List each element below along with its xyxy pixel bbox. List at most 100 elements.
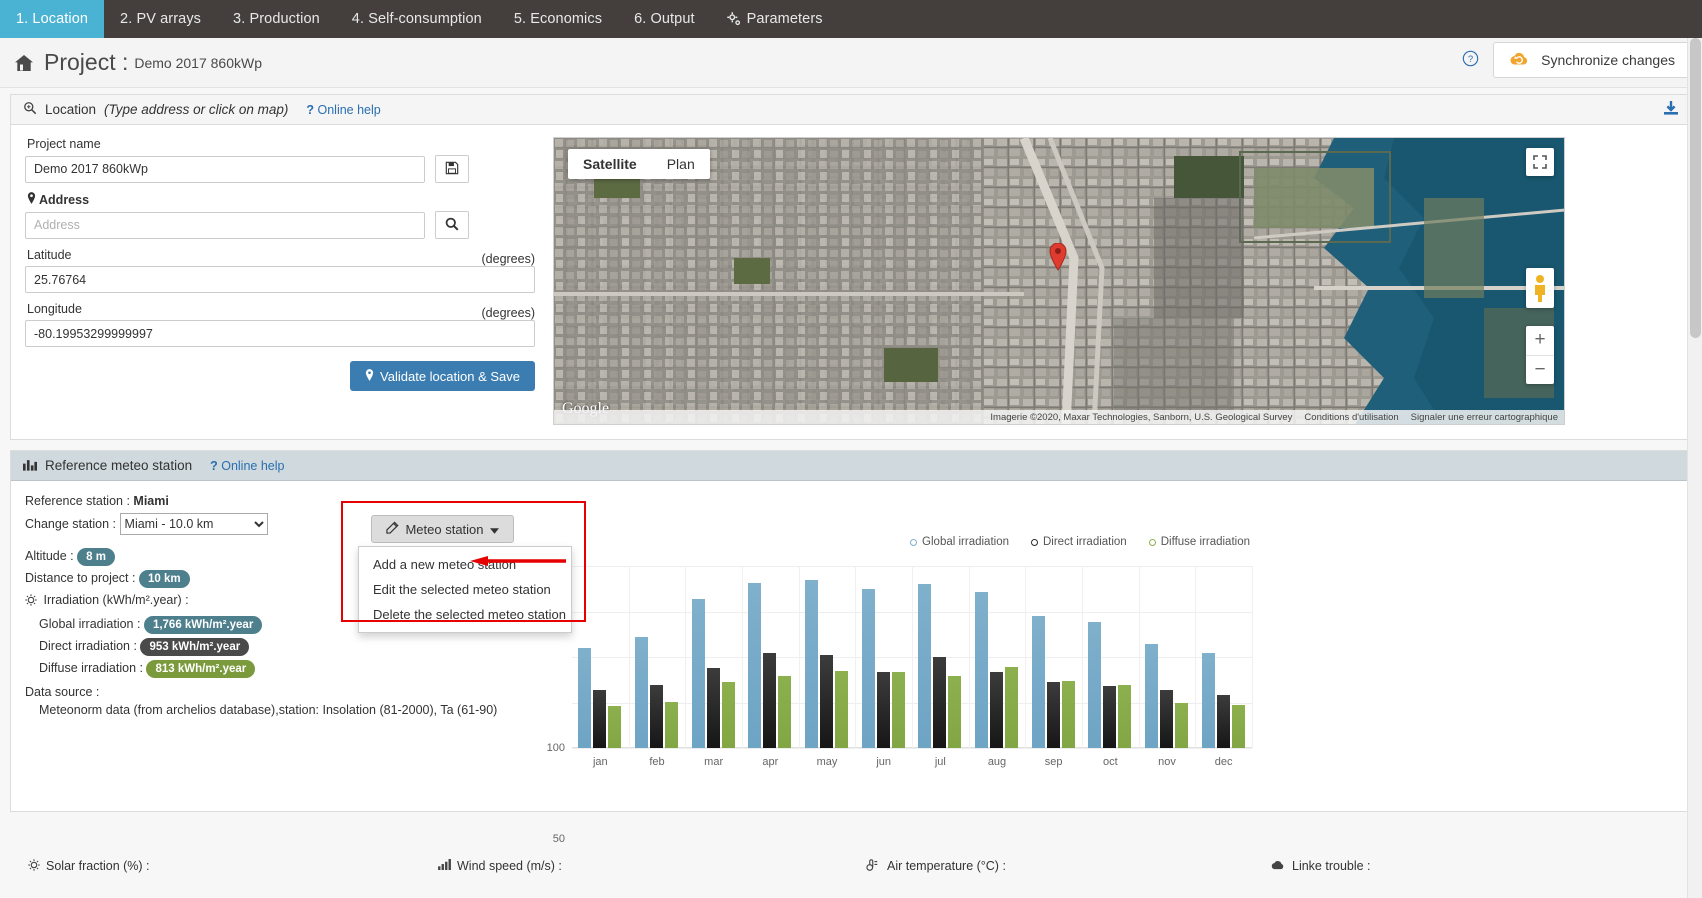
tab-parameters-label: Parameters xyxy=(746,11,823,27)
chart-bar[interactable] xyxy=(608,706,622,748)
tab-output[interactable]: 6. Output xyxy=(618,0,711,38)
validate-location-button[interactable]: Validate location & Save xyxy=(350,361,535,391)
legend-item-global[interactable]: Global irradiation xyxy=(910,536,1009,548)
menu-item-edit-meteo-station[interactable]: Edit the selected meteo station xyxy=(359,577,571,602)
home-icon[interactable] xyxy=(14,54,34,72)
page-scrollbar[interactable] xyxy=(1687,38,1702,898)
page-scrollbar-thumb[interactable] xyxy=(1690,38,1701,338)
tab-production[interactable]: 3. Production xyxy=(217,0,336,38)
map-marker-icon[interactable] xyxy=(1048,242,1068,271)
map-zoom-out-button[interactable]: − xyxy=(1526,356,1554,385)
chart-bar[interactable] xyxy=(805,579,818,748)
change-station-select[interactable]: Miami - 10.0 km xyxy=(119,513,268,535)
chart-bar[interactable] xyxy=(1216,695,1230,748)
synchronize-changes-button[interactable]: Synchronize changes xyxy=(1493,42,1690,78)
chart-bar[interactable] xyxy=(763,653,777,748)
tab-self-consumption[interactable]: 4. Self-consumption xyxy=(336,0,498,38)
linke-trouble-section[interactable]: Linke trouble : xyxy=(1270,859,1371,873)
reference-station-row: Reference station : Miami xyxy=(25,491,351,512)
tab-pv-arrays[interactable]: 2. PV arrays xyxy=(104,0,217,38)
street-view-pegman-icon[interactable] xyxy=(1526,268,1554,308)
solar-fraction-section[interactable]: Solar fraction (%) : xyxy=(28,858,150,874)
longitude-label: Longitude xyxy=(27,302,82,316)
meteo-station-button[interactable]: Meteo station xyxy=(371,515,514,543)
distance-badge: 10 km xyxy=(138,569,190,588)
map-zoom-controls[interactable]: + − xyxy=(1526,326,1554,384)
download-icon[interactable] xyxy=(1661,99,1681,122)
location-online-help-link[interactable]: ? Online help xyxy=(306,103,380,117)
chart-bar[interactable] xyxy=(578,647,592,748)
location-map[interactable]: Satellite Plan + − Google Imagerie ©2020… xyxy=(553,137,1565,425)
address-input[interactable] xyxy=(25,211,425,239)
chart-bar[interactable] xyxy=(891,671,905,748)
chart-bar[interactable] xyxy=(835,670,848,748)
latitude-label: Latitude xyxy=(27,248,72,262)
chart-bar[interactable] xyxy=(1088,622,1102,748)
tab-location[interactable]: 1. Location xyxy=(0,0,105,38)
chart-bar[interactable] xyxy=(650,685,663,748)
chart-vertical-gridline xyxy=(855,566,857,748)
signal-icon xyxy=(438,859,451,873)
chart-bar[interactable] xyxy=(691,598,705,748)
chart-bar[interactable] xyxy=(778,676,792,748)
chart-bar-group xyxy=(578,647,622,748)
tab-parameters[interactable]: Parameters xyxy=(711,0,839,38)
chart-bar[interactable] xyxy=(1005,667,1018,748)
chart-bar[interactable] xyxy=(1160,689,1173,748)
chart-bar[interactable] xyxy=(861,588,875,748)
chart-vertical-gridline xyxy=(1252,566,1253,748)
save-project-button[interactable] xyxy=(435,155,469,183)
location-panel-hint: (Type address or click on map) xyxy=(104,102,289,117)
chart-bar[interactable] xyxy=(748,583,762,748)
wind-speed-section[interactable]: Wind speed (m/s) : xyxy=(438,859,562,873)
map-fullscreen-button[interactable] xyxy=(1526,148,1554,176)
chart-bar[interactable] xyxy=(975,592,988,748)
chart-bar[interactable] xyxy=(990,671,1003,748)
map-credit-report[interactable]: Signaler une erreur cartographique xyxy=(1411,412,1558,423)
legend-marker-diffuse xyxy=(1148,538,1156,546)
legend-item-direct[interactable]: Direct irradiation xyxy=(1030,536,1127,548)
air-temperature-section[interactable]: Air temperature (°C) : xyxy=(866,858,1006,874)
chart-bar[interactable] xyxy=(635,636,648,748)
chart-bar[interactable] xyxy=(1046,681,1060,748)
chart-bar[interactable] xyxy=(1231,705,1245,748)
project-name-input[interactable] xyxy=(25,155,425,183)
map-pin-icon xyxy=(27,192,39,207)
latitude-input[interactable] xyxy=(25,266,535,293)
chart-bar[interactable] xyxy=(665,701,678,748)
question-circle-icon[interactable]: ? xyxy=(1462,50,1479,71)
chart-bar[interactable] xyxy=(1118,685,1132,748)
altitude-row: Altitude : 8 m xyxy=(25,546,351,567)
chart-bar[interactable] xyxy=(721,681,735,748)
map-type-satellite[interactable]: Satellite xyxy=(568,149,652,179)
meteo-station-button-label: Meteo station xyxy=(405,521,484,537)
chart-bar-group xyxy=(691,598,735,748)
chart-bar[interactable] xyxy=(706,667,720,748)
longitude-unit: (degrees) xyxy=(481,306,536,320)
menu-item-delete-meteo-station[interactable]: Delete the selected meteo station xyxy=(359,602,571,627)
chart-vertical-gridline xyxy=(1195,566,1197,748)
chart-bar[interactable] xyxy=(933,657,947,748)
chart-bar[interactable] xyxy=(820,655,833,748)
tab-economics[interactable]: 5. Economics xyxy=(498,0,618,38)
chart-bar[interactable] xyxy=(1103,686,1117,748)
chart-bar[interactable] xyxy=(918,584,932,748)
map-zoom-in-button[interactable]: + xyxy=(1526,326,1554,356)
map-type-switch[interactable]: Satellite Plan xyxy=(568,149,710,179)
chart-bar[interactable] xyxy=(1061,680,1075,748)
legend-item-diffuse[interactable]: Diffuse irradiation xyxy=(1148,536,1250,548)
map-credit-terms[interactable]: Conditions d'utilisation xyxy=(1304,412,1398,423)
chart-bar[interactable] xyxy=(948,676,962,748)
chart-bar[interactable] xyxy=(593,689,607,748)
chart-bar[interactable] xyxy=(1031,616,1045,748)
chart-bar[interactable] xyxy=(876,672,890,748)
address-search-button[interactable] xyxy=(435,211,469,239)
bar-chart-icon xyxy=(23,458,37,474)
chart-bar[interactable] xyxy=(1201,653,1215,748)
chart-x-tick-label: may xyxy=(816,756,838,768)
map-type-plan[interactable]: Plan xyxy=(651,149,710,179)
chart-bar[interactable] xyxy=(1145,644,1158,748)
chart-bar[interactable] xyxy=(1175,703,1188,748)
longitude-input[interactable] xyxy=(25,320,535,347)
meteo-online-help-link[interactable]: ? Online help xyxy=(210,459,284,473)
